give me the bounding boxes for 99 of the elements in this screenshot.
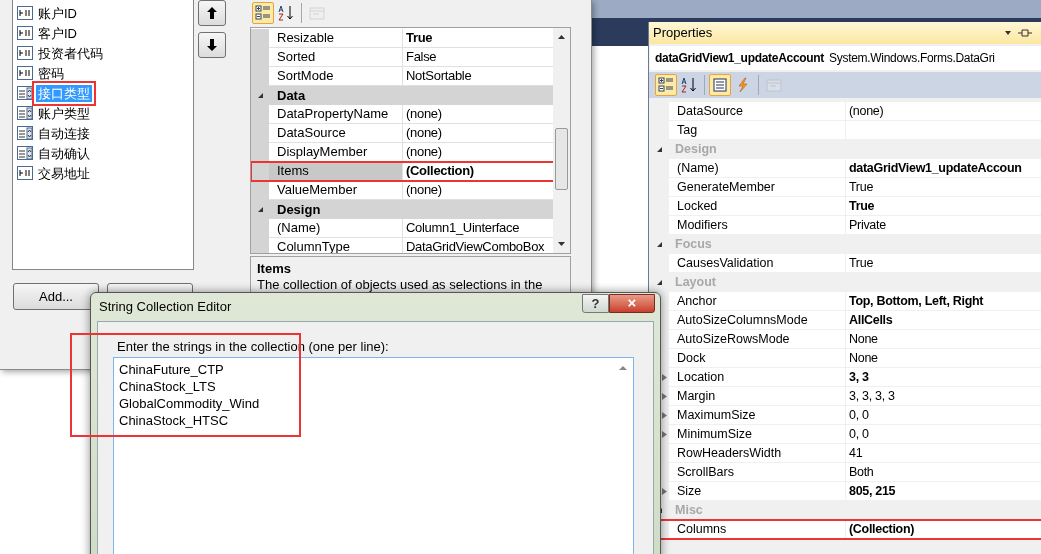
up-arrow-icon <box>207 7 217 19</box>
property-name[interactable]: ColumnType <box>269 238 403 253</box>
combobox-icon <box>17 106 33 120</box>
category-header[interactable]: Design <box>269 199 321 220</box>
textbox-icon <box>17 66 33 80</box>
property-name[interactable]: CausesValidation <box>669 254 846 273</box>
text-line: GlobalCommodity_Wind <box>119 395 260 412</box>
property-value[interactable]: DataGridViewComboBox <box>403 238 554 253</box>
strings-text-area[interactable]: ChinaFuture_CTP ChinaStock_LTS GlobalCommodity_Wind ChinaStock_HTSC <box>113 357 634 554</box>
object-name: dataGridView1_updateAccount <box>655 50 825 67</box>
property-value[interactable]: Top, Bottom, Left, Right <box>846 292 1041 311</box>
property-value[interactable]: True <box>846 178 1041 197</box>
property-value[interactable]: Both <box>846 463 1041 482</box>
property-name[interactable]: Size <box>669 482 846 501</box>
member-list-item[interactable]: 密码 <box>36 64 66 82</box>
expand-arrow-icon <box>661 373 668 382</box>
textbox-icon <box>17 6 33 20</box>
expand-arrow-icon <box>661 392 668 401</box>
property-value[interactable]: 0, 0 <box>846 406 1041 425</box>
property-name[interactable]: RowHeadersWidth <box>669 444 846 463</box>
property-value[interactable]: None <box>846 349 1041 368</box>
member-list-item[interactable]: 自动确认 <box>36 144 92 162</box>
member-list-item[interactable]: 自动连接 <box>36 124 92 142</box>
property-name[interactable]: SortMode <box>269 67 403 86</box>
object-selector[interactable]: dataGridView1_updateAccount System.Windows.Forms.DataGri <box>650 46 1041 70</box>
text-line: ChinaFuture_CTP <box>119 361 224 378</box>
text-line: ChinaStock_HTSC <box>119 412 229 429</box>
scrollbar[interactable] <box>553 28 570 253</box>
property-value[interactable]: True <box>403 29 554 48</box>
property-name[interactable]: DataSource <box>669 102 846 121</box>
property-value[interactable]: (none) <box>846 102 1041 121</box>
move-down-button[interactable] <box>198 32 226 58</box>
property-name[interactable]: (Name) <box>669 159 846 178</box>
property-value[interactable]: (Collection) <box>403 162 554 181</box>
property-value[interactable]: True <box>846 197 1041 216</box>
description-text: The collection of objects used as selections in the <box>257 277 544 293</box>
property-value[interactable]: Column1_Uinterface <box>403 219 554 238</box>
property-name[interactable]: GenerateMember <box>669 178 846 197</box>
property-value[interactable]: 3, 3, 3, 3 <box>846 387 1041 406</box>
scroll-thumb[interactable] <box>555 128 568 190</box>
property-name[interactable]: DataPropertyName <box>269 105 403 124</box>
property-value[interactable]: True <box>846 254 1041 273</box>
property-value[interactable]: None <box>846 330 1041 349</box>
property-value[interactable]: (none) <box>403 105 554 124</box>
combobox-icon <box>17 126 33 140</box>
property-value[interactable]: False <box>403 48 554 67</box>
member-list[interactable]: 账户ID 客户ID 投资者代码 密码 接口类型 账户类型 自动连接 自动确认 交易地址 <box>12 0 194 270</box>
property-name[interactable]: AutoSizeRowsMode <box>669 330 846 349</box>
object-type: System.Windows.Forms.DataGri <box>829 50 995 67</box>
add-button[interactable]: Add... <box>13 283 99 310</box>
help-button[interactable]: ? <box>582 293 609 313</box>
down-arrow-icon <box>207 39 217 51</box>
member-list-item[interactable]: 客户ID <box>36 24 79 42</box>
property-name[interactable]: Locked <box>669 197 846 216</box>
combobox-icon <box>17 146 33 160</box>
category-header[interactable]: Data <box>269 85 306 106</box>
property-name[interactable]: MaximumSize <box>669 406 846 425</box>
property-value[interactable]: 0, 0 <box>846 425 1041 444</box>
property-value[interactable]: 41 <box>846 444 1041 463</box>
scroll-up-icon <box>617 364 629 372</box>
property-name[interactable]: MinimumSize <box>669 425 846 444</box>
property-name[interactable]: AutoSizeColumnsMode <box>669 311 846 330</box>
property-name[interactable]: Location <box>669 368 846 387</box>
property-name[interactable]: Anchor <box>669 292 846 311</box>
member-list-item[interactable]: 投资者代码 <box>36 44 105 62</box>
property-name[interactable]: Margin <box>669 387 846 406</box>
dialog-title: String Collection Editor <box>99 298 233 317</box>
move-up-button[interactable] <box>198 0 226 26</box>
text-line: ChinaStock_LTS <box>119 378 216 395</box>
textbox-icon <box>17 26 33 40</box>
property-name[interactable]: Tag <box>669 121 846 140</box>
expand-arrow-icon <box>661 411 668 420</box>
panel-title: Properties <box>653 24 714 43</box>
member-list-item[interactable]: 账户类型 <box>36 104 92 122</box>
property-name[interactable]: Sorted <box>269 48 403 67</box>
property-name[interactable]: DataSource <box>269 124 403 143</box>
member-list-item[interactable]: 交易地址 <box>36 164 92 182</box>
property-name[interactable]: Modifiers <box>669 216 846 235</box>
property-name[interactable]: Columns <box>669 520 846 539</box>
property-value[interactable]: 805, 215 <box>846 482 1041 501</box>
expand-arrow-icon <box>661 487 668 496</box>
property-name[interactable]: ScrollBars <box>669 463 846 482</box>
textbox-icon <box>17 166 33 180</box>
property-value[interactable]: (none) <box>403 124 554 143</box>
expand-arrow-icon <box>661 430 668 439</box>
property-value[interactable]: (Collection) <box>846 520 1041 539</box>
property-name[interactable]: Items <box>269 162 403 181</box>
property-value[interactable]: dataGridView1_updateAccoun <box>846 159 1041 178</box>
property-value[interactable]: Private <box>846 216 1041 235</box>
textbox-icon <box>17 46 33 60</box>
property-value[interactable]: 3, 3 <box>846 368 1041 387</box>
combobox-icon <box>17 86 33 100</box>
property-name[interactable]: Dock <box>669 349 846 368</box>
member-list-item[interactable]: 账户ID <box>36 4 79 22</box>
description-title: Items <box>257 261 292 277</box>
property-name[interactable]: Resizable <box>269 29 403 48</box>
property-value[interactable]: AllCells <box>846 311 1041 330</box>
property-value[interactable]: NotSortable <box>403 67 554 86</box>
property-name[interactable]: (Name) <box>269 219 403 238</box>
